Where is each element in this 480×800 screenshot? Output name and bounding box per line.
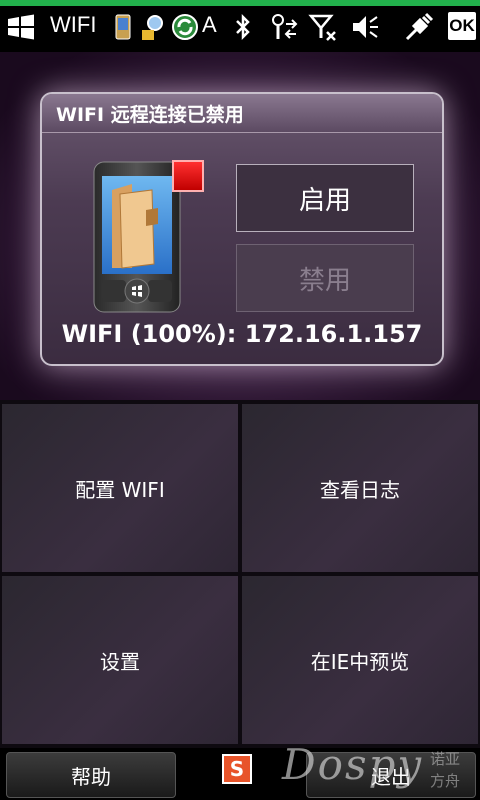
no-signal-icon[interactable] xyxy=(308,12,338,42)
phone-folder-icon xyxy=(93,161,181,313)
watermark: Dospy xyxy=(282,740,424,789)
status-panel: WIFI 远程连接已禁用 启用 禁用 WIFI (100%): 172.16.1… xyxy=(40,92,444,366)
ok-button[interactable]: OK xyxy=(448,12,476,40)
search-icon xyxy=(142,15,163,40)
watermark-cn-line1: 诺亚 xyxy=(430,750,461,768)
title-truncated-text: A xyxy=(202,12,217,37)
signal-transfer-icon[interactable] xyxy=(268,12,298,42)
bluetooth-icon[interactable] xyxy=(228,12,258,42)
panel-header: WIFI 远程连接已禁用 xyxy=(42,94,442,133)
preview-ie-tile[interactable]: 在IE中预览 xyxy=(242,576,478,744)
mute-icon[interactable] xyxy=(350,12,380,42)
windows-logo-icon[interactable] xyxy=(6,14,36,40)
battery-progress-bar xyxy=(0,0,480,6)
enable-button[interactable]: 启用 xyxy=(236,164,414,232)
view-log-tile[interactable]: 查看日志 xyxy=(242,404,478,572)
sogou-input-icon[interactable]: S xyxy=(222,754,252,784)
sync-icon xyxy=(172,14,198,40)
wifi-status-text: WIFI (100%): 172.16.1.157 xyxy=(61,320,423,348)
disabled-status-indicator xyxy=(172,160,204,192)
phone-icon xyxy=(115,14,131,40)
watermark-cn: 诺亚 方舟 xyxy=(430,748,460,792)
configure-wifi-tile[interactable]: 配置 WIFI xyxy=(2,404,238,572)
help-button[interactable]: 帮助 xyxy=(6,752,176,798)
battery-progress-fill xyxy=(0,0,480,6)
watermark-cn-line2: 方舟 xyxy=(430,772,461,790)
usb-plug-icon[interactable] xyxy=(404,12,434,42)
panel-title: WIFI 远程连接已禁用 xyxy=(56,104,244,126)
app-title: WIFI xyxy=(50,12,97,37)
settings-tile[interactable]: 设置 xyxy=(2,576,238,744)
disable-button[interactable]: 禁用 xyxy=(236,244,414,312)
status-bar: WIFI A OK xyxy=(0,0,480,52)
